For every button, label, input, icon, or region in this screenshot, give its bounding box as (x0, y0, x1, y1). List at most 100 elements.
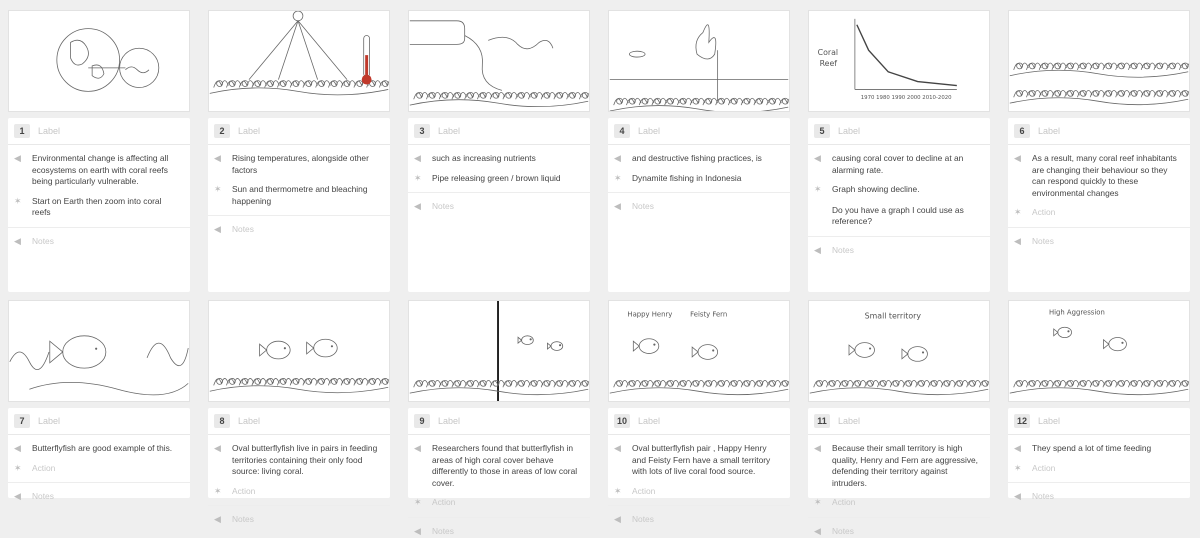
panel-label-row[interactable]: 2 Label (208, 118, 390, 145)
action-extra-field[interactable]: Do you have a graph I could use as refer… (808, 196, 990, 228)
notes-field[interactable]: ◀ Notes (808, 237, 990, 257)
notes-field[interactable]: ◀ Notes (408, 518, 590, 538)
panel-image[interactable]: High Aggression (1008, 300, 1190, 402)
action-field-text: Action (1032, 207, 1056, 218)
panel-label-row[interactable]: 7 Label (8, 408, 190, 435)
action-field-text: Action (632, 485, 656, 496)
speaker-icon: ◀ (814, 525, 821, 536)
action-field[interactable]: ✶ Sun and thermometre and bleaching happe… (208, 176, 390, 207)
notes-field[interactable]: ◀ Notes (1008, 228, 1190, 248)
dialogue-field[interactable]: ◀ causing coral cover to decline at an al… (808, 145, 990, 176)
panel-image[interactable]: Happy Henry Feisty Fern (608, 300, 790, 402)
dialogue-field[interactable]: ◀ such as increasing nutrients (408, 145, 590, 165)
dialogue-field-text: Butterflyfish are good example of this. (32, 443, 173, 453)
panel-image[interactable] (208, 300, 390, 402)
panel-image[interactable] (8, 10, 190, 112)
action-field-text: Action (232, 485, 256, 496)
dialogue-field-text: Because their small territory is high qu… (832, 443, 979, 488)
panel-label-placeholder[interactable]: Label (838, 126, 860, 136)
panel-label-placeholder[interactable]: Label (638, 416, 660, 426)
panel-image[interactable] (408, 300, 590, 402)
panel-label-row[interactable]: 6 Label (1008, 118, 1190, 145)
action-field[interactable]: ✶ Graph showing decline. (808, 176, 990, 196)
panel-label-placeholder[interactable]: Label (1038, 126, 1060, 136)
notes-field[interactable]: ◀ Notes (208, 216, 390, 236)
sketch-caption: 1970 1980 1990 2000 2010-2020 (861, 95, 952, 101)
dialogue-field-text: They spend a lot of time feeding (1032, 443, 1152, 453)
sketch-caption: Feisty Fern (690, 311, 727, 319)
dialogue-field[interactable]: ◀ Rising temperatures, alongside other fa… (208, 145, 390, 176)
panel-label-placeholder[interactable]: Label (238, 416, 260, 426)
action-field[interactable]: ✶ Start on Earth then zoom into coral ree… (8, 188, 190, 219)
notes-field-text: Notes (432, 525, 454, 536)
running-figure-icon: ✶ (214, 184, 222, 195)
panel-label-placeholder[interactable]: Label (638, 126, 660, 136)
notes-field[interactable]: ◀ Notes (808, 518, 990, 538)
panel-label-placeholder[interactable]: Label (38, 126, 60, 136)
notes-field[interactable]: ◀ Notes (608, 506, 790, 526)
dialogue-field[interactable]: ◀ They spend a lot of time feeding (1008, 435, 1190, 455)
panel-label-placeholder[interactable]: Label (838, 416, 860, 426)
panel-label-row[interactable]: 1 Label (8, 118, 190, 145)
panel-label-row[interactable]: 3 Label (408, 118, 590, 145)
panel-number: 8 (214, 414, 230, 428)
dialogue-field[interactable]: ◀ and destructive fishing practices, is (608, 145, 790, 165)
panel-label-placeholder[interactable]: Label (38, 416, 60, 426)
running-figure-icon: ✶ (414, 497, 422, 508)
dialogue-field[interactable]: ◀ Oval butterflyfish pair , Happy Henry a… (608, 435, 790, 478)
speaker-icon: ◀ (814, 244, 821, 255)
panel-image[interactable]: Coral Reef 1970 1980 1990 2000 2010-2020 (808, 10, 990, 112)
dialogue-field[interactable]: ◀ Butterflyfish are good example of this. (8, 435, 190, 455)
notes-field[interactable]: ◀ Notes (608, 193, 790, 213)
action-field[interactable]: ✶ Dynamite fishing in Indonesia (608, 165, 790, 185)
action-field[interactable]: ✶ Action (808, 489, 990, 509)
panel-image[interactable] (8, 300, 190, 402)
panel-label-row[interactable]: 5 Label (808, 118, 990, 145)
notes-field[interactable]: ◀ Notes (408, 193, 590, 213)
notes-field[interactable]: ◀ Notes (8, 228, 190, 248)
panel-label-row[interactable]: 4 Label (608, 118, 790, 145)
notes-field[interactable]: ◀ Notes (208, 506, 390, 526)
action-field[interactable]: ✶ Pipe releasing green / brown liquid (408, 165, 590, 185)
action-field[interactable]: ✶ Action (408, 489, 590, 509)
speaker-icon: ◀ (1014, 235, 1021, 246)
action-field[interactable]: ✶ Action (208, 478, 390, 498)
panel-info-card: 5 Label ◀ causing coral cover to decline at… (808, 118, 990, 292)
dialogue-field-text: Oval butterflyfish pair , Happy Henry an… (632, 443, 771, 477)
panel-label-row[interactable]: 12 Label (1008, 408, 1190, 435)
notes-field-text: Notes (832, 244, 854, 255)
panel-label-placeholder[interactable]: Label (438, 126, 460, 136)
running-figure-icon: ✶ (214, 485, 222, 496)
panel-label-placeholder[interactable]: Label (238, 126, 260, 136)
action-field-text: Action (832, 497, 856, 508)
action-field[interactable]: ✶ Action (608, 478, 790, 498)
action-field[interactable]: ✶ Action (8, 455, 190, 475)
panel-image[interactable]: Small territory (808, 300, 990, 402)
panel-label-row[interactable]: 11 Label (808, 408, 990, 435)
dialogue-field[interactable]: ◀ Because their small territory is high q… (808, 435, 990, 489)
speaker-icon: ◀ (1014, 491, 1021, 502)
panel-label-row[interactable]: 10 Label (608, 408, 790, 435)
dialogue-field[interactable]: ◀ Researchers found that butterflyfish in… (408, 435, 590, 489)
panel-label-row[interactable]: 8 Label (208, 408, 390, 435)
panel-label-row[interactable]: 9 Label (408, 408, 590, 435)
running-figure-icon: ✶ (814, 184, 822, 195)
panel-label-placeholder[interactable]: Label (438, 416, 460, 426)
action-field-text: Pipe releasing green / brown liquid (432, 172, 561, 183)
dialogue-field[interactable]: ◀ Oval butterflyfish live in pairs in fee… (208, 435, 390, 478)
panel-info-card: 1 Label ◀ Environmental change is affecting… (8, 118, 190, 292)
panel-image[interactable] (408, 10, 590, 112)
speaker-icon: ◀ (614, 201, 621, 212)
action-field[interactable]: ✶ Action (1008, 455, 1190, 475)
panel-info-card: 10 Label ◀ Oval butterflyfish pair , Happy … (608, 408, 790, 524)
action-field[interactable]: ✶ Action (1008, 199, 1190, 219)
panel-image[interactable] (608, 10, 790, 112)
dialogue-field[interactable]: ◀ Environmental change is affecting all e… (8, 145, 190, 188)
panel-image[interactable] (1008, 10, 1190, 112)
dialogue-field[interactable]: ◀ As a result, many coral reef inhabitant… (1008, 145, 1190, 199)
running-figure-icon: ✶ (614, 172, 622, 183)
panel-image[interactable] (208, 10, 390, 112)
panel-label-placeholder[interactable]: Label (1038, 416, 1060, 426)
dialogue-field-text: and destructive fishing practices, is (632, 153, 762, 163)
panel-info-card: 4 Label ◀ and destructive fishing practices… (608, 118, 790, 292)
